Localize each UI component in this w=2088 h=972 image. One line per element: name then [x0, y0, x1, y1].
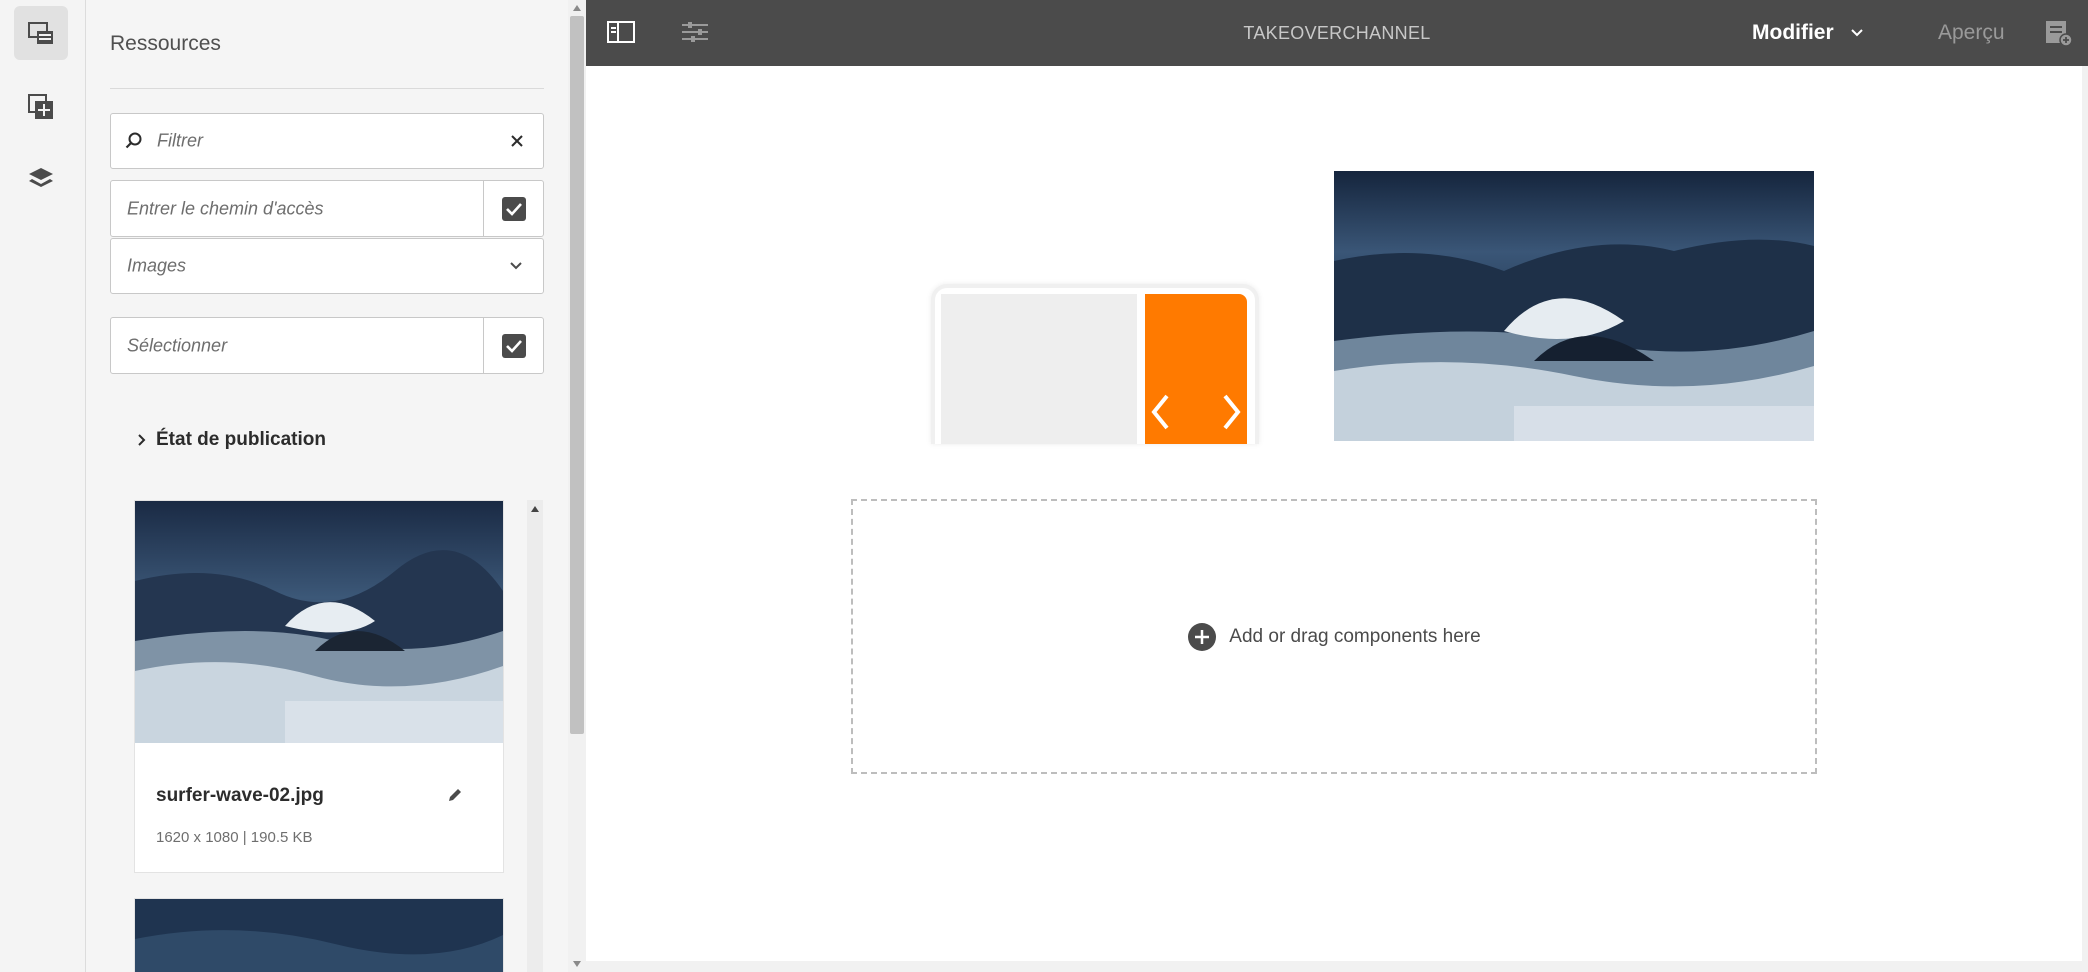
select-browse-button[interactable]	[483, 318, 543, 373]
path-browse-button[interactable]	[483, 181, 543, 236]
components-rail-button[interactable]	[14, 80, 68, 134]
canvas-horizontal-scrollbar[interactable]	[586, 961, 2082, 972]
checkbox-icon	[501, 196, 526, 221]
canvas-vertical-scrollbar[interactable]	[2082, 66, 2088, 972]
asset-meta: 1620 x 1080 | 190.5 KB	[156, 829, 313, 846]
path-field[interactable]: Entrer le chemin d'accès	[110, 180, 544, 237]
asset-list-scrollbar[interactable]	[527, 500, 543, 972]
add-circle-icon	[1188, 622, 1217, 651]
asset-thumbnail	[135, 501, 503, 743]
dropzone-label: Add or drag components here	[1229, 625, 1481, 647]
chevron-left-icon[interactable]	[1149, 392, 1173, 432]
publication-status-toggle[interactable]: État de publication	[136, 429, 326, 451]
chevron-down-icon	[1850, 29, 1863, 37]
publication-status-label: État de publication	[156, 429, 326, 450]
layers-rail-button[interactable]	[14, 152, 68, 206]
preview-button[interactable]: Aperçu	[1938, 21, 2005, 45]
assets-panel: Ressources Filtrer Entrer le chemin d'ac…	[86, 0, 568, 972]
editor-toolbar: TAKEOVERCHANNEL Modifier Aperçu	[586, 0, 2088, 66]
select-field[interactable]: Sélectionner	[110, 317, 544, 374]
clear-icon[interactable]	[509, 133, 525, 149]
asset-card-partial[interactable]	[134, 898, 504, 972]
side-rail	[0, 0, 86, 972]
asset-type-value: Images	[127, 255, 187, 276]
assets-icon	[28, 22, 53, 44]
chevron-right-icon	[138, 434, 146, 446]
panel-title: Ressources	[110, 32, 221, 55]
asset-name: surfer-wave-02.jpg	[156, 785, 324, 806]
panel-scrollbar[interactable]	[568, 0, 586, 972]
panel-divider	[110, 88, 544, 89]
asset-card[interactable]: surfer-wave-02.jpg 1620 x 1080 | 190.5 K…	[134, 500, 504, 873]
layers-icon	[29, 168, 53, 187]
chevron-right-icon[interactable]	[1219, 392, 1243, 432]
component-dropzone[interactable]: Add or drag components here	[851, 499, 1817, 774]
device-screen	[941, 294, 1137, 444]
page-information-icon[interactable]	[2044, 19, 2074, 47]
assets-rail-button[interactable]	[14, 6, 68, 60]
mode-selector[interactable]: Modifier	[1752, 21, 1864, 45]
checkbox-icon	[501, 333, 526, 358]
asset-type-select[interactable]: Images	[110, 238, 544, 294]
chevron-down-icon	[510, 262, 522, 270]
search-icon	[125, 132, 142, 149]
mode-label: Modifier	[1752, 21, 1834, 44]
select-placeholder: Sélectionner	[127, 335, 228, 355]
editor-canvas: Add or drag components here	[586, 66, 2082, 961]
filter-placeholder: Filtrer	[157, 130, 203, 151]
hero-image[interactable]	[1334, 171, 1814, 441]
device-preview[interactable]	[931, 284, 1259, 444]
edit-icon[interactable]	[447, 787, 463, 803]
carousel-panel	[1145, 294, 1247, 444]
add-component-icon	[28, 94, 53, 119]
filter-input[interactable]: Filtrer	[110, 113, 544, 169]
path-placeholder: Entrer le chemin d'accès	[127, 198, 324, 218]
